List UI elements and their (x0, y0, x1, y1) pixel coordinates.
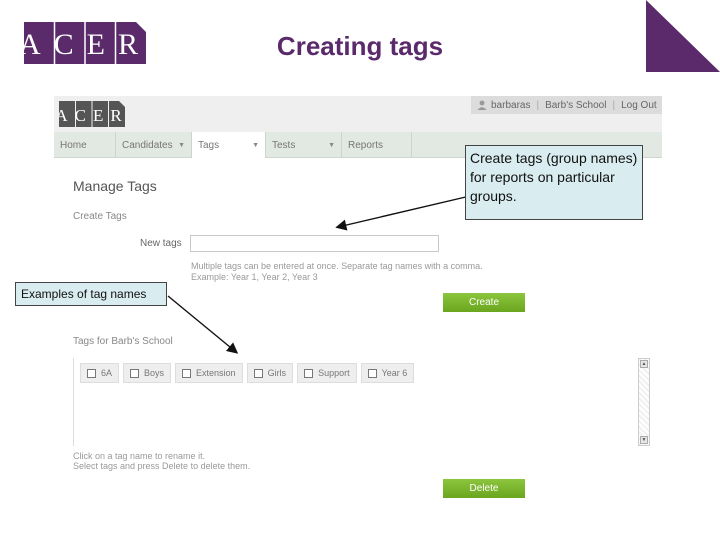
page-heading: Manage Tags (73, 178, 157, 194)
tag-item[interactable]: 6A (80, 363, 120, 383)
caret-down-icon: ▼ (178, 141, 185, 149)
separator: | (612, 99, 616, 111)
new-tags-input[interactable] (190, 235, 439, 252)
user-icon (477, 100, 487, 110)
tags-list-heading: Tags for Barb's School (73, 336, 173, 347)
app-header: ACER barbaras | Barb's School | Log Out (54, 96, 662, 132)
delete-hint: Select tags and press Delete to delete t… (73, 461, 251, 471)
scroll-down-icon[interactable]: ▼ (640, 436, 648, 444)
tag-checkbox[interactable] (130, 368, 140, 378)
tag-item[interactable]: Boys (123, 363, 172, 383)
callout-examples: Examples of tag names (15, 282, 167, 306)
user-bar: barbaras | Barb's School | Log Out (471, 96, 662, 114)
tag-label[interactable]: Extension (196, 368, 236, 378)
nav-label: Home (60, 139, 87, 151)
create-hint: Multiple tags can be entered at once. Se… (191, 261, 483, 271)
tag-item[interactable]: Girls (246, 363, 294, 383)
tag-checkbox[interactable] (367, 368, 377, 378)
rename-hint: Click on a tag name to rename it. (73, 451, 206, 461)
nav-label: Tests (272, 139, 296, 151)
nav-tests[interactable]: Tests ▼ (266, 132, 342, 158)
tag-item[interactable]: Support (297, 363, 357, 383)
tag-label[interactable]: Support (318, 368, 350, 378)
tags-list: 6A Boys Extension Girls Support Year 6 (73, 358, 649, 446)
tag-label[interactable]: Year 6 (382, 368, 408, 378)
tags-scrollbar[interactable]: ▲ ▼ (638, 358, 650, 446)
logout-link[interactable]: Log Out (621, 100, 657, 111)
svg-text:ACER: ACER (59, 106, 125, 125)
school-link[interactable]: Barb's School (545, 100, 606, 111)
separator: | (536, 99, 540, 111)
nav-reports[interactable]: Reports (342, 132, 412, 158)
corner-triangle-decoration (646, 0, 720, 72)
caret-down-icon: ▼ (252, 141, 259, 149)
nav-candidates[interactable]: Candidates ▼ (116, 132, 192, 158)
slide-title: Creating tags (276, 31, 444, 61)
tag-checkbox[interactable] (304, 368, 314, 378)
tag-label[interactable]: Girls (268, 368, 287, 378)
delete-button[interactable]: Delete (443, 479, 525, 498)
tag-checkbox[interactable] (87, 368, 96, 378)
tag-item[interactable]: Extension (175, 363, 243, 383)
tag-checkbox[interactable] (182, 368, 192, 378)
tag-label[interactable]: Boys (144, 368, 164, 378)
nav-home[interactable]: Home (54, 132, 116, 158)
callout-create-tags: Create tags (group names) for reports on… (465, 145, 643, 220)
tag-row: 6A Boys Extension Girls Support Year 6 (80, 363, 415, 383)
create-tags-heading: Create Tags (73, 211, 127, 222)
nav-label: Tags (198, 139, 220, 151)
create-example: Example: Year 1, Year 2, Year 3 (191, 272, 318, 282)
tag-item[interactable]: Year 6 (360, 363, 415, 383)
caret-down-icon: ▼ (328, 141, 335, 149)
create-button[interactable]: Create (443, 293, 525, 312)
tag-label[interactable]: 6A (101, 368, 112, 378)
nav-tags[interactable]: Tags ▼ (192, 132, 266, 158)
nav-label: Reports (348, 139, 384, 151)
app-acer-logo: ACER (59, 101, 125, 127)
scroll-up-icon[interactable]: ▲ (640, 360, 648, 368)
tag-checkbox[interactable] (253, 368, 263, 378)
new-tags-label: New tags (140, 238, 182, 249)
username[interactable]: barbaras (491, 100, 530, 111)
nav-label: Candidates (122, 139, 173, 151)
